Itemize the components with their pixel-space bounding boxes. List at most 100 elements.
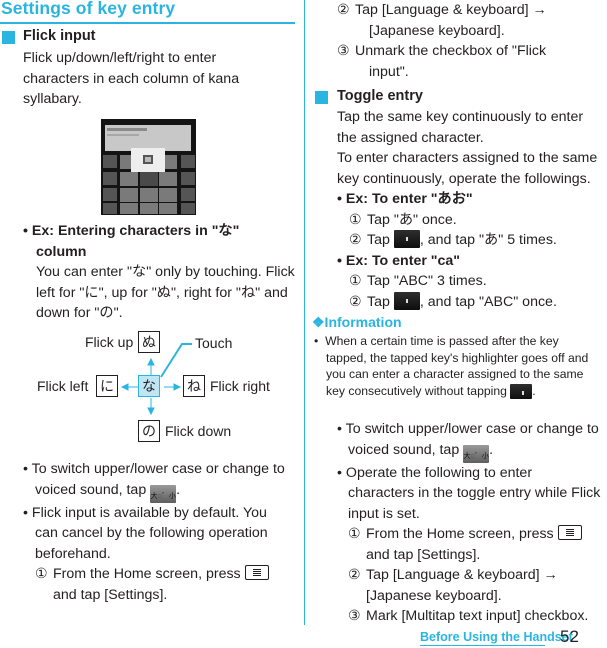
step-text: From the Home screen, press	[366, 526, 554, 542]
example-heading-cont: column	[36, 243, 87, 260]
page-title: Settings of key entry	[1, 0, 176, 18]
step-text: Tap "ABC" 3 times.	[367, 273, 487, 289]
text-line: can cancel by the following operation	[35, 525, 268, 541]
step-text: and tap [Settings].	[366, 546, 481, 563]
section-marker-icon	[315, 91, 328, 104]
bullet: •	[337, 252, 342, 269]
kana-center-na: な	[138, 375, 160, 397]
step-text: , and tap "ABC" once.	[419, 293, 557, 310]
step-number: ①	[35, 566, 48, 582]
text-line: To enter characters assigned to the same	[337, 150, 598, 166]
kana-left-ni: に	[96, 375, 118, 397]
title-underline	[0, 22, 295, 24]
step-number: ①	[349, 211, 362, 228]
text-line: down for "の".	[36, 305, 123, 321]
example-heading: Ex: To enter "あお"	[345, 191, 473, 207]
text-line: Flick up/down/left/right to enter	[23, 50, 217, 66]
kana-up-nu: ぬ	[138, 331, 160, 353]
step-number: ②	[349, 293, 362, 310]
step-number: ②	[349, 232, 362, 248]
text-line: To switch upper/lower case or change to	[345, 421, 599, 437]
example-na-column: • Ex: Entering characters in "な" column …	[23, 221, 295, 324]
step-text: Tap	[367, 232, 390, 248]
text-line: voiced sound, tap	[348, 441, 460, 458]
step-number: ②	[348, 567, 361, 583]
flick-input-heading: Flick input	[23, 28, 96, 44]
text-line: beforehand.	[35, 545, 111, 562]
step-text: and tap [Settings].	[53, 586, 168, 603]
toggle-entry-heading: Toggle entry	[337, 88, 423, 104]
label-flick-up: Flick up	[85, 334, 134, 350]
step-number: ②	[337, 2, 350, 18]
step-number: ③	[337, 43, 350, 59]
label-flick-down: Flick down	[165, 423, 232, 439]
step-number: ③	[348, 608, 361, 624]
kana-down-no: の	[138, 420, 160, 442]
footer-underline	[420, 645, 545, 646]
text-line: the assigned character.	[337, 129, 484, 146]
step-text: [Japanese keyboard].	[366, 587, 502, 604]
bullet: •	[337, 421, 342, 437]
bullet: •	[23, 504, 28, 521]
flick-input-description: Flick up/down/left/right to enter charac…	[23, 48, 239, 110]
example-heading: Ex: Entering characters in "な"	[31, 223, 240, 239]
text-line: Operate the following to enter	[345, 464, 533, 481]
keyboard-screenshot	[101, 119, 196, 215]
information-heading: ❖Information	[312, 314, 402, 330]
text-line: To switch upper/lower case or change to	[31, 461, 285, 477]
text-line: characters in the toggle entry while Fli…	[348, 485, 601, 501]
cursor-right-key-icon	[510, 383, 533, 399]
label-flick-right: Flick right	[210, 378, 270, 394]
label-flick-left: Flick left	[37, 378, 89, 394]
step-text: From the Home screen, press	[53, 566, 241, 582]
bullet: •	[23, 223, 28, 239]
step-text: Tap [Language & keyboard] →	[366, 567, 558, 583]
page-number: 52	[560, 627, 579, 646]
bullet: •	[337, 464, 342, 481]
bullet: •	[23, 461, 28, 477]
step-text: Mark [Multitap text input] checkbox.	[366, 608, 589, 624]
step-text: Tap [Language & keyboard] →	[355, 2, 547, 18]
text-line: You can enter "な" only by touching. Flic…	[36, 264, 295, 280]
step-text: , and tap "あ" 5 times.	[419, 232, 557, 248]
case-switch-key-icon: 大◌゛小	[150, 484, 177, 503]
case-switch-key-icon: 大◌゛小	[463, 444, 490, 463]
step-text: Unmark the checkbox of "Flick	[355, 43, 547, 59]
kana-right-ne: ね	[183, 375, 205, 397]
text-line: Flick input is available by default. You	[31, 504, 267, 521]
step-text: Tap	[367, 293, 390, 310]
menu-key-icon	[244, 565, 269, 580]
flick-steps-continued: ② Tap [Language & keyboard] → [Japanese k…	[337, 0, 547, 82]
section-marker-icon	[2, 31, 15, 44]
bullet: •	[314, 334, 319, 348]
text-line: key continuously, operate the followings…	[337, 170, 591, 187]
text-line: input is set.	[348, 505, 420, 522]
column-divider	[304, 0, 305, 625]
step-text: input".	[369, 63, 409, 80]
text-line: tapped, the tapped key's highlighter goe…	[326, 350, 589, 365]
step-number: ①	[348, 526, 361, 542]
step-number: ①	[349, 273, 362, 289]
step-text: Tap "あ" once.	[367, 211, 457, 228]
text-line: key consecutively without tapping	[326, 383, 507, 398]
text-line: characters in each column of kana	[23, 70, 240, 87]
text-line: left for "に", up for "ぬ", right for "ね" …	[36, 284, 288, 301]
text-line: syllabary.	[23, 91, 82, 107]
cursor-right-key-icon	[393, 230, 420, 248]
toggle-entry-body: Tap the same key continuously to enter t…	[337, 107, 607, 312]
example-heading: Ex: To enter "ca"	[345, 252, 461, 269]
text-line: you can enter a character assigned to th…	[326, 367, 584, 381]
bullet: •	[337, 191, 342, 207]
step-text: [Japanese keyboard].	[369, 22, 505, 39]
information-notes: • To switch upper/lower case or change t…	[337, 419, 607, 627]
footer-section-link[interactable]: Before Using the Handset	[420, 630, 573, 644]
text-line: Tap the same key continuously to enter	[337, 109, 584, 125]
cursor-right-key-icon	[393, 291, 420, 310]
label-touch: Touch	[195, 335, 233, 351]
flick-diagram: ぬ に な ね の Flick up Touch Flick left Flic…	[30, 325, 290, 450]
left-notes: • To switch upper/lower case or change t…	[23, 459, 303, 605]
text-line: voiced sound, tap	[35, 481, 147, 498]
menu-key-icon	[557, 525, 582, 540]
information-body: • When a certain time is passed after th…	[314, 333, 604, 399]
text-line: When a certain time is passed after the …	[325, 334, 559, 348]
